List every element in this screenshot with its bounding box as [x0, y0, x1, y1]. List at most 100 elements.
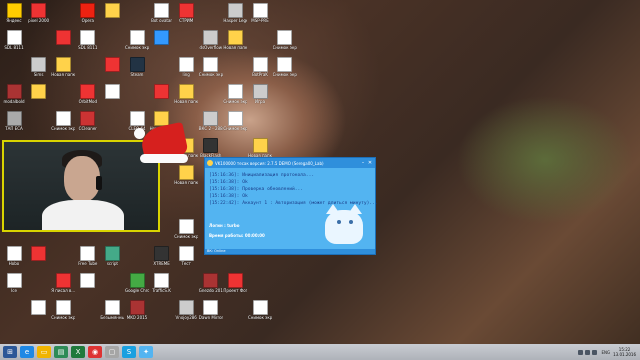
explorer-window-icon[interactable]: ▢	[105, 346, 119, 358]
close-button[interactable]: ✕	[367, 160, 373, 166]
app-title: VK100000 тесак версия: 2.7.5 DEMO (Sereg…	[215, 160, 324, 166]
minimize-button[interactable]: –	[360, 160, 366, 166]
desktop-icon[interactable]: SDL 8111	[2, 30, 26, 50]
desktop-icon[interactable]	[100, 84, 124, 99]
desktop-icon[interactable]	[150, 84, 174, 99]
desktop-icon[interactable]	[27, 246, 51, 261]
file-icon	[252, 3, 268, 18]
desktop-icon[interactable]: Gnezdo 2015	[199, 273, 223, 293]
folder-icon	[6, 3, 22, 18]
file-explorer-icon[interactable]: ▭	[37, 346, 51, 358]
desktop-icon[interactable]: Снимок экрана	[199, 57, 223, 77]
desktop-icon[interactable]: Hasper Legend	[223, 3, 247, 23]
skype-icon[interactable]: S	[122, 346, 136, 358]
desktop-icon[interactable]	[27, 84, 51, 99]
desktop-icon[interactable]: Снимок экрана	[174, 219, 198, 239]
desktop-icon[interactable]	[100, 57, 124, 72]
desktop-icon[interactable]: Ice	[2, 273, 26, 293]
desktop-icon[interactable]: TrafficS.K	[150, 273, 174, 293]
desktop-icon[interactable]	[76, 273, 100, 288]
app-icon	[80, 3, 96, 18]
person-shirt	[42, 200, 124, 230]
app-logo-icon	[207, 160, 213, 166]
desktop-icon[interactable]: pixel 2000	[27, 3, 51, 23]
desktop-icon[interactable]: ВКС 2 - 2888	[199, 111, 223, 131]
desktop-icon-label: Безымянный	[100, 315, 125, 320]
desktop-icon[interactable]: Bot ovatar	[150, 3, 174, 23]
desktop-icon[interactable]: script	[100, 246, 124, 266]
desktop-icon[interactable]: modalbold	[2, 84, 26, 104]
desktop-icon[interactable]: dsOverflow	[199, 30, 223, 50]
app-titlebar[interactable]: VK100000 тесак версия: 2.7.5 DEMO (Sereg…	[205, 158, 375, 168]
app-icon	[104, 57, 120, 72]
desktop-icon[interactable]: СТРИМ	[174, 3, 198, 23]
desktop-icon-label: Тест	[181, 261, 191, 266]
chrome-icon[interactable]: ◉	[88, 346, 102, 358]
desktop-icon[interactable]: Снимок экрана	[125, 30, 149, 50]
desktop-icon[interactable]: Opera	[76, 3, 100, 23]
desktop-icon[interactable]: Steam	[125, 57, 149, 77]
desktop-icon[interactable]	[100, 3, 124, 18]
desktop-icon[interactable]	[150, 30, 174, 45]
desktop-icon[interactable]: Проект Фотошоп	[223, 273, 247, 293]
desktop-icon[interactable]	[51, 30, 75, 45]
network-icon[interactable]	[578, 349, 584, 355]
desktop-icon-label: Ice	[11, 288, 17, 293]
desktop-icon[interactable]: Снимок экрана	[51, 111, 75, 131]
desktop-icon[interactable]: XTREME	[150, 246, 174, 266]
uptime-label: Время работы: 00:00:00	[209, 233, 265, 238]
desktop-icon[interactable]: BotPraK	[248, 57, 272, 77]
desktop-icon[interactable]: SDL 8111	[76, 30, 100, 50]
app-icon	[104, 246, 120, 261]
clock-date: 13.01.2016	[613, 352, 636, 357]
desktop-icon[interactable]	[27, 300, 51, 315]
santa-hat-sticker	[134, 120, 194, 170]
internet-explorer-icon[interactable]: e	[20, 346, 34, 358]
desktop-icon-label: Opera	[81, 18, 94, 23]
file-icon	[55, 111, 71, 126]
desktop-icon[interactable]: Снимок экрана (7)	[51, 300, 75, 320]
desktop-icon[interactable]: CCleaner	[76, 111, 100, 131]
desktop-icon[interactable]: Sims	[27, 57, 51, 77]
desktop-icon[interactable]: MSP-PRE	[248, 3, 272, 23]
app-icon	[55, 273, 71, 288]
desktop-icon[interactable]: Dawn Mirror	[199, 300, 223, 320]
language-indicator[interactable]: ENG	[601, 350, 610, 355]
desktop-icon[interactable]: Новая папка	[248, 138, 272, 158]
desktop-icon[interactable]: Google Chrome	[125, 273, 149, 293]
app-icon	[6, 84, 22, 99]
desktop-icon[interactable]: Hobo	[2, 246, 26, 266]
desktop-icon[interactable]: Тест	[174, 246, 198, 266]
vk-app-taskbar-icon[interactable]: ✦	[139, 346, 153, 358]
vk-app-window[interactable]: VK100000 тесак версия: 2.7.5 DEMO (Sereg…	[204, 157, 378, 255]
flag-icon[interactable]	[592, 349, 598, 355]
desktop-icon[interactable]: Vnojoy286	[174, 300, 198, 320]
clock[interactable]: 15:22 13.01.2016	[613, 347, 636, 357]
desktop-icon[interactable]: Снимок экрана (74)	[273, 57, 297, 77]
desktop-icon[interactable]: OrbitMod	[76, 84, 100, 104]
desktop-icon-label: Dawn Mirror	[198, 315, 223, 320]
desktop-icon[interactable]: Снимок экрана	[223, 84, 247, 104]
desktop-icon[interactable]: BlackFlash	[199, 138, 223, 158]
store-icon[interactable]: ▤	[54, 346, 68, 358]
desktop-icon[interactable]: Игра	[248, 84, 272, 104]
desktop-icon[interactable]: Яндекс	[2, 3, 26, 23]
desktop-icon-label: Новая папка	[223, 45, 248, 50]
desktop-icon[interactable]: Снимок экрана	[248, 300, 272, 320]
desktop-icon[interactable]: Free Tube	[76, 246, 100, 266]
desktop-icon[interactable]: Новая папка	[174, 84, 198, 104]
desktop-icon-label: Sims	[33, 72, 44, 77]
desktop-icon[interactable]: Я писал в...	[51, 273, 75, 293]
desktop-icon[interactable]: ling	[174, 57, 198, 77]
desktop-icon[interactable]: Безымянный	[100, 300, 124, 320]
desktop-icon[interactable]: Новая папка	[51, 57, 75, 77]
desktop-icon[interactable]: MKO 2015	[125, 300, 149, 320]
desktop-icon[interactable]: Снимок экрана	[273, 30, 297, 50]
start-button[interactable]: ⊞	[3, 346, 17, 358]
desktop-icon[interactable]: Снимок экрана	[223, 111, 247, 131]
desktop-icon-label: СТРИМ	[179, 18, 194, 23]
volume-icon[interactable]	[585, 349, 591, 355]
desktop-icon[interactable]: ТАП ЕСА	[2, 111, 26, 131]
excel-icon[interactable]: X	[71, 346, 85, 358]
desktop-icon[interactable]: Новая папка	[223, 30, 247, 50]
